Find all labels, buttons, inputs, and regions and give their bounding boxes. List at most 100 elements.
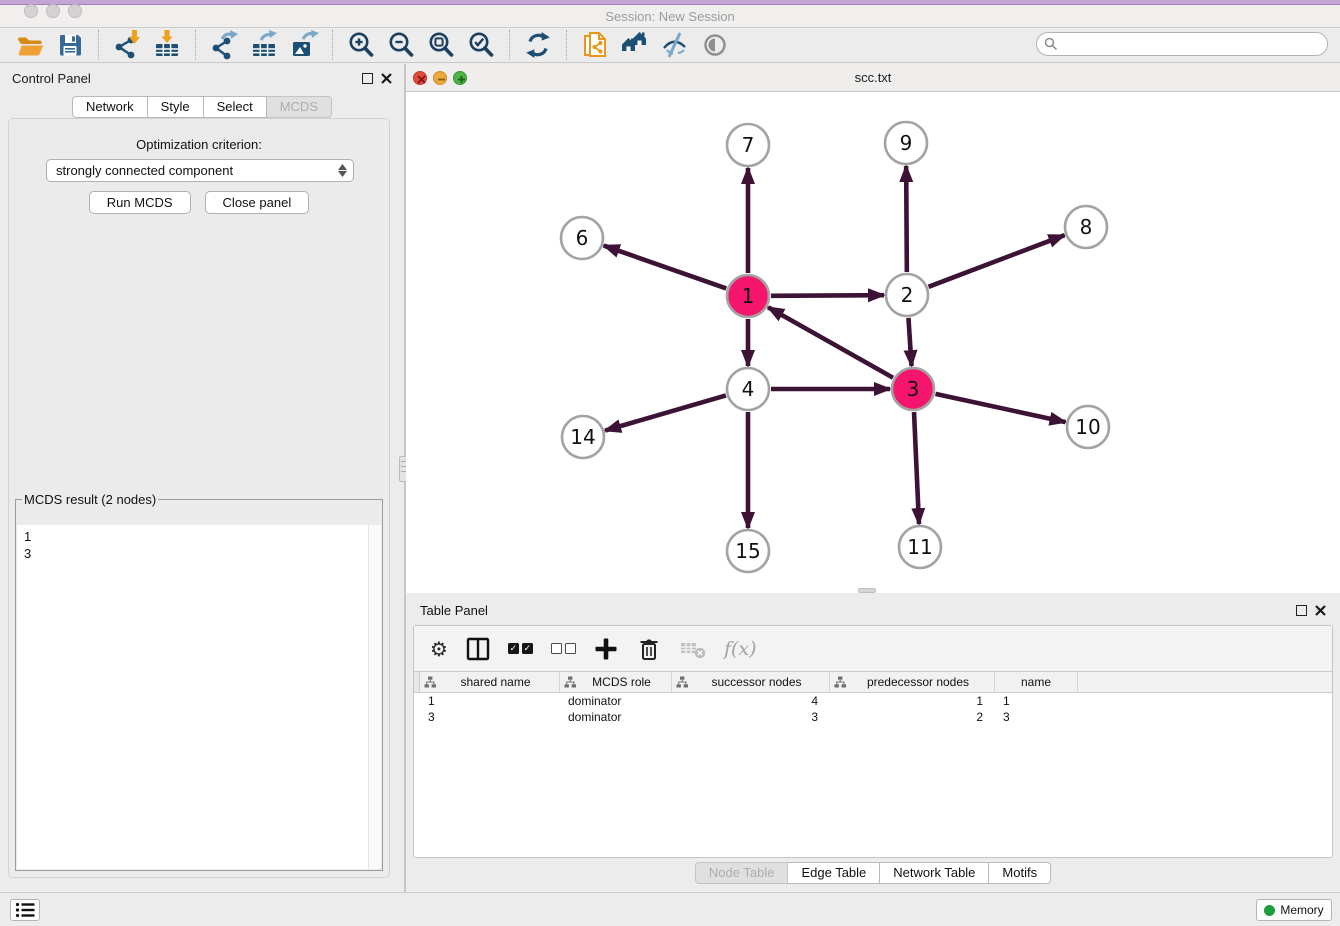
graph-node-11[interactable]: 11: [899, 526, 941, 568]
column-header-mcds-role[interactable]: MCDS role: [560, 672, 672, 692]
table-header-row: shared name MCDS role successor nodes pr…: [414, 671, 1332, 693]
tab-edge-table[interactable]: Edge Table: [788, 862, 880, 884]
cell-name[interactable]: 3: [995, 710, 1078, 724]
import-table-icon[interactable]: [147, 29, 187, 61]
window-titlebar: Session: New Session: [0, 5, 1340, 28]
cell-mcds-role[interactable]: dominator: [560, 694, 672, 708]
cell-predecessor-nodes[interactable]: 2: [830, 710, 995, 724]
graph-node-4[interactable]: 4: [727, 368, 769, 410]
result-scrollbar[interactable]: [368, 525, 381, 869]
graph-node-8[interactable]: 8: [1065, 206, 1107, 248]
close-window-button[interactable]: [24, 4, 38, 18]
tab-motifs[interactable]: Motifs: [989, 862, 1051, 884]
graph-edge-4-14[interactable]: [605, 395, 726, 430]
tab-network-table[interactable]: Network Table: [880, 862, 989, 884]
svg-text:1: 1: [742, 284, 755, 308]
export-network-icon[interactable]: [204, 29, 244, 61]
close-table-panel-icon[interactable]: [1315, 605, 1326, 616]
network-canvas[interactable]: 7 9 6 8 1 2 4 3 14 10 15 11: [406, 92, 1340, 593]
home-icon[interactable]: [615, 29, 655, 61]
zoom-fit-icon[interactable]: [421, 29, 461, 61]
memory-button[interactable]: Memory: [1256, 899, 1332, 921]
minimize-network-button[interactable]: [433, 71, 447, 85]
graph-edge-1-6[interactable]: [604, 246, 727, 289]
graph-node-6[interactable]: 6: [561, 217, 603, 259]
tab-style[interactable]: Style: [148, 96, 204, 118]
float-table-panel-icon[interactable]: [1296, 605, 1307, 616]
table-row[interactable]: 3 dominator 3 2 3: [414, 709, 1332, 725]
delete-column-icon[interactable]: [636, 636, 662, 662]
mcds-result-list[interactable]: 1 3: [17, 525, 381, 869]
mcds-result-title: MCDS result (2 nodes): [22, 492, 158, 507]
zoom-selected-icon[interactable]: [461, 29, 501, 61]
close-panel-icon[interactable]: [381, 73, 392, 84]
graph-node-9[interactable]: 9: [885, 122, 927, 164]
function-builder-icon[interactable]: f(x): [724, 638, 757, 660]
cell-shared-name[interactable]: 1: [420, 694, 560, 708]
refresh-icon[interactable]: [518, 29, 558, 61]
column-header-predecessor-nodes[interactable]: predecessor nodes: [830, 672, 995, 692]
run-mcds-button[interactable]: Run MCDS: [89, 191, 191, 214]
minimize-window-button[interactable]: [46, 4, 60, 18]
graph-node-1[interactable]: 1: [727, 275, 769, 317]
graph-edge-3-1[interactable]: [768, 307, 893, 377]
column-header-successor-nodes[interactable]: successor nodes: [672, 672, 830, 692]
task-history-button[interactable]: [10, 899, 40, 921]
zoom-network-button[interactable]: [453, 71, 467, 85]
search-field[interactable]: [1036, 32, 1328, 56]
column-tree-icon: [424, 676, 436, 688]
search-input[interactable]: [1062, 35, 1327, 53]
export-image-icon[interactable]: [284, 29, 324, 61]
float-panel-icon[interactable]: [362, 73, 373, 84]
close-network-button[interactable]: [413, 71, 427, 85]
new-network-from-selection-icon[interactable]: [575, 29, 615, 61]
tab-select[interactable]: Select: [204, 96, 267, 118]
import-network-icon[interactable]: [107, 29, 147, 61]
unselect-all-icon[interactable]: [551, 643, 576, 654]
cell-successor-nodes[interactable]: 3: [672, 710, 830, 724]
memory-status-icon: [1264, 905, 1275, 916]
zoom-out-icon[interactable]: [381, 29, 421, 61]
zoom-window-button[interactable]: [68, 4, 82, 18]
graph-edge-2-8[interactable]: [929, 235, 1065, 287]
column-header-name[interactable]: name: [995, 672, 1078, 692]
export-table-icon[interactable]: [244, 29, 284, 61]
network-window-titlebar[interactable]: scc.txt: [406, 64, 1340, 92]
delete-table-icon[interactable]: [680, 638, 706, 660]
tab-network[interactable]: Network: [72, 96, 148, 118]
graph-edge-2-9[interactable]: [906, 166, 907, 272]
tab-mcds[interactable]: MCDS: [267, 96, 332, 118]
criterion-value: strongly connected component: [56, 163, 233, 178]
save-session-icon[interactable]: [50, 29, 90, 61]
show-columns-icon[interactable]: [466, 637, 490, 661]
tab-node-table[interactable]: Node Table: [695, 862, 789, 884]
graph-edge-3-10[interactable]: [935, 394, 1065, 422]
cell-successor-nodes[interactable]: 4: [672, 694, 830, 708]
zoom-in-icon[interactable]: [341, 29, 381, 61]
cell-mcds-role[interactable]: dominator: [560, 710, 672, 724]
memory-label: Memory: [1280, 903, 1323, 917]
column-header-shared-name[interactable]: shared name: [420, 672, 560, 692]
add-column-icon[interactable]: [594, 637, 618, 661]
graph-edge-1-2[interactable]: [771, 295, 884, 296]
table-settings-icon[interactable]: ⚙: [430, 639, 448, 659]
hide-selected-icon[interactable]: [655, 29, 695, 61]
close-panel-button[interactable]: Close panel: [205, 191, 310, 214]
graph-node-2[interactable]: 2: [886, 274, 928, 316]
graph-edge-3-11[interactable]: [914, 412, 919, 524]
table-row[interactable]: 1 dominator 4 1 1: [414, 693, 1332, 709]
show-all-icon[interactable]: [695, 29, 735, 61]
graph-node-3[interactable]: 3: [892, 368, 934, 410]
open-session-icon[interactable]: [10, 29, 50, 61]
cell-shared-name[interactable]: 3: [420, 710, 560, 724]
select-all-icon[interactable]: ✓✓: [508, 643, 533, 654]
graph-node-7[interactable]: 7: [727, 124, 769, 166]
cell-predecessor-nodes[interactable]: 1: [830, 694, 995, 708]
graph-node-10[interactable]: 10: [1067, 406, 1109, 448]
cell-name[interactable]: 1: [995, 694, 1078, 708]
criterion-select[interactable]: strongly connected component: [46, 159, 354, 182]
graph-edge-2-3[interactable]: [908, 318, 911, 366]
control-panel-header: Control Panel: [0, 64, 404, 92]
graph-node-15[interactable]: 15: [727, 530, 769, 572]
graph-node-14[interactable]: 14: [562, 416, 604, 458]
